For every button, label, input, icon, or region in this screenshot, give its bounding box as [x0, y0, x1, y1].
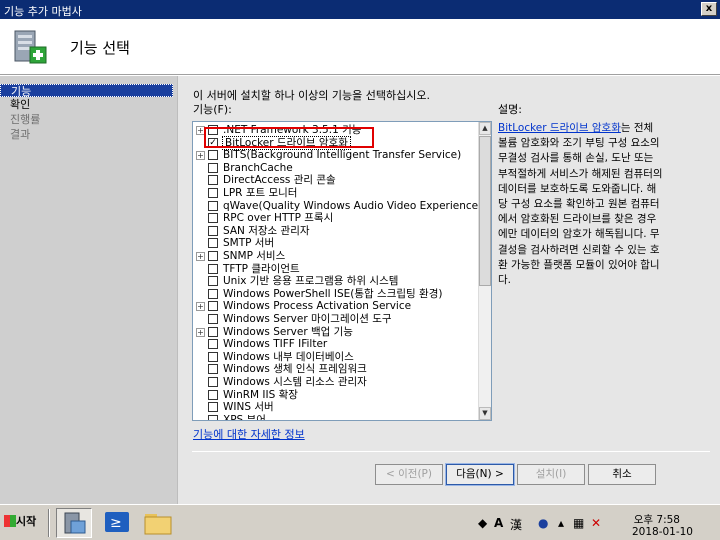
taskbar-powershell[interactable]: ≥	[100, 508, 136, 538]
scroll-down-button[interactable]: ▼	[479, 407, 491, 420]
feature-checkbox[interactable]	[208, 225, 218, 236]
feature-checkbox[interactable]	[208, 150, 218, 161]
nav-step-progress[interactable]: 진행률	[0, 113, 173, 126]
feature-checkbox[interactable]	[208, 200, 218, 211]
feature-label: BITS(Background Intelligent Transfer Ser…	[223, 149, 462, 162]
feature-checkbox[interactable]	[208, 288, 218, 299]
wizard-steps-nav: 기능 확인 진행률 결과	[0, 76, 177, 504]
feature-label: RPC over HTTP 프록시	[223, 212, 334, 225]
taskbar-separator	[48, 509, 50, 537]
start-label: 시작	[16, 515, 37, 528]
language-bar-icon[interactable]: ◆	[478, 516, 487, 530]
server-add-icon	[14, 30, 47, 64]
scroll-thumb[interactable]	[479, 136, 491, 286]
feature-label: WinRM IIS 확장	[223, 388, 298, 401]
feature-label: Windows 내부 데이터베이스	[223, 350, 354, 363]
feature-label: qWave(Quality Windows Audio Video Experi…	[223, 199, 483, 212]
server-manager-icon	[64, 512, 86, 534]
separator	[192, 451, 710, 452]
feature-checkbox[interactable]	[208, 162, 218, 173]
more-info-link[interactable]: 기능에 대한 자세한 정보	[193, 426, 305, 442]
feature-checkbox[interactable]	[208, 213, 218, 224]
feature-label: DirectAccess 관리 콘솔	[223, 174, 336, 187]
features-tree-list[interactable]: XPS 뷰어 WINS 서버 WinRM IIS 확장 Windows 시스템 리소스…	[192, 121, 492, 421]
feature-checkbox[interactable]	[208, 188, 218, 198]
feature-checkbox[interactable]	[208, 364, 218, 375]
install-button[interactable]: 설치(I)	[517, 464, 585, 485]
feature-label: Windows PowerShell ISE(통합 스크립팅 환경)	[223, 287, 443, 300]
feature-checkbox[interactable]	[208, 377, 218, 387]
feature-label: SNMP 서비스	[223, 250, 286, 262]
feature-checkbox[interactable]	[208, 351, 218, 362]
description-body: BitLocker 드라이브 암호화는 전체 볼륨 암호화와 조기 부팅 구성 …	[498, 121, 663, 288]
red-highlight-box	[204, 127, 374, 148]
nav-step-confirm[interactable]: 확인	[0, 98, 173, 111]
help-icon[interactable]: ●	[538, 516, 548, 530]
feature-label: WINS 서버	[223, 401, 274, 414]
expand-toggle-icon[interactable]: +	[196, 151, 205, 161]
feature-label: BranchCache	[223, 161, 293, 174]
vertical-scrollbar[interactable]: ▲ ▼	[478, 122, 491, 420]
prev-button[interactable]: < 이전(P)	[375, 464, 443, 485]
feature-checkbox[interactable]	[208, 175, 218, 186]
feature-checkbox[interactable]	[208, 339, 218, 350]
feature-checkbox[interactable]	[208, 326, 218, 337]
scroll-up-button[interactable]: ▲	[479, 122, 491, 135]
svg-text:≥: ≥	[110, 515, 122, 531]
feature-label: XPS 뷰어	[223, 413, 266, 421]
tray-expand-icon[interactable]: ▴	[558, 516, 564, 530]
start-button[interactable]: 시작	[2, 511, 44, 533]
feature-label: Windows 생체 인식 프레임워크	[223, 363, 367, 376]
taskbar: 시작 ≥ ◆ A 漢 ● ▴ ▦ ✕ 오후 7:58 2018-01-10	[0, 504, 720, 540]
ime-hanja-icon[interactable]: 漢	[510, 516, 522, 533]
clock-time[interactable]: 오후 7:58	[634, 512, 680, 527]
feature-label: SAN 저장소 관리자	[223, 224, 310, 237]
feature-label: TFTP 클라이언트	[223, 262, 300, 275]
wizard-header: 기능 선택	[0, 19, 720, 75]
folder-icon	[144, 514, 172, 535]
feature-checkbox[interactable]	[208, 301, 218, 312]
volume-muted-icon[interactable]: ✕	[591, 516, 601, 530]
feature-checkbox[interactable]	[208, 314, 218, 324]
description-text: 는 전체 볼륨 암호화와 조기 부팅 구성 요소의 무결성 검사를 통해 손실,…	[498, 122, 663, 287]
clock-date[interactable]: 2018-01-10	[632, 526, 693, 538]
description-label: 설명:	[498, 103, 522, 116]
page-title: 기능 선택	[70, 39, 130, 57]
next-button[interactable]: 다음(N) >	[445, 463, 515, 486]
expand-toggle-icon[interactable]: +	[196, 327, 205, 337]
expand-toggle-icon[interactable]: +	[196, 252, 205, 261]
powershell-icon: ≥	[105, 512, 129, 532]
taskbar-explorer[interactable]	[141, 508, 177, 538]
window-title: 기능 추가 마법사	[4, 5, 82, 18]
system-tray: ◆ A 漢 ● ▴ ▦ ✕ 오후 7:58 2018-01-10	[478, 508, 718, 538]
feature-checkbox[interactable]	[208, 389, 218, 400]
feature-label: Windows Process Activation Service	[223, 300, 412, 313]
feature-checkbox[interactable]	[208, 414, 218, 420]
feature-label: Windows 시스템 리소스 관리자	[223, 376, 367, 388]
features-label: 기능(F):	[193, 103, 232, 116]
title-bar: 기능 추가 마법사 x	[0, 0, 720, 19]
feature-checkbox[interactable]	[208, 402, 218, 413]
nav-step-results[interactable]: 결과	[0, 128, 173, 141]
feature-checkbox[interactable]	[208, 238, 218, 249]
expand-toggle-icon[interactable]: +	[196, 302, 205, 312]
feature-label: SMTP 서버	[223, 237, 275, 250]
feature-label: Windows TIFF IFilter	[223, 338, 328, 351]
windows-logo-icon	[4, 515, 16, 527]
feature-label: Unix 기반 응용 프로그램용 하위 시스템	[223, 275, 399, 288]
feature-checkbox[interactable]	[208, 276, 218, 287]
feature-label: Windows Server 마이그레이션 도구	[223, 313, 392, 325]
description-link[interactable]: BitLocker 드라이브 암호화	[498, 122, 621, 134]
cancel-button[interactable]: 취소	[588, 464, 656, 485]
ime-a-icon[interactable]: A	[494, 516, 503, 530]
feature-label: Windows Server 백업 기능	[223, 325, 353, 338]
feature-checkbox[interactable]	[208, 263, 218, 274]
feature-checkbox[interactable]	[208, 251, 218, 261]
taskbar-server-manager[interactable]	[56, 508, 92, 538]
network-icon[interactable]: ▦	[573, 516, 584, 530]
close-button[interactable]: x	[701, 2, 717, 16]
nav-step-features[interactable]: 기능	[0, 84, 173, 98]
main-panel: 이 서버에 설치할 하나 이상의 기능을 선택하십시오. 기능(F): 설명: …	[177, 76, 720, 504]
feature-label: LPR 포트 모니터	[223, 187, 298, 199]
